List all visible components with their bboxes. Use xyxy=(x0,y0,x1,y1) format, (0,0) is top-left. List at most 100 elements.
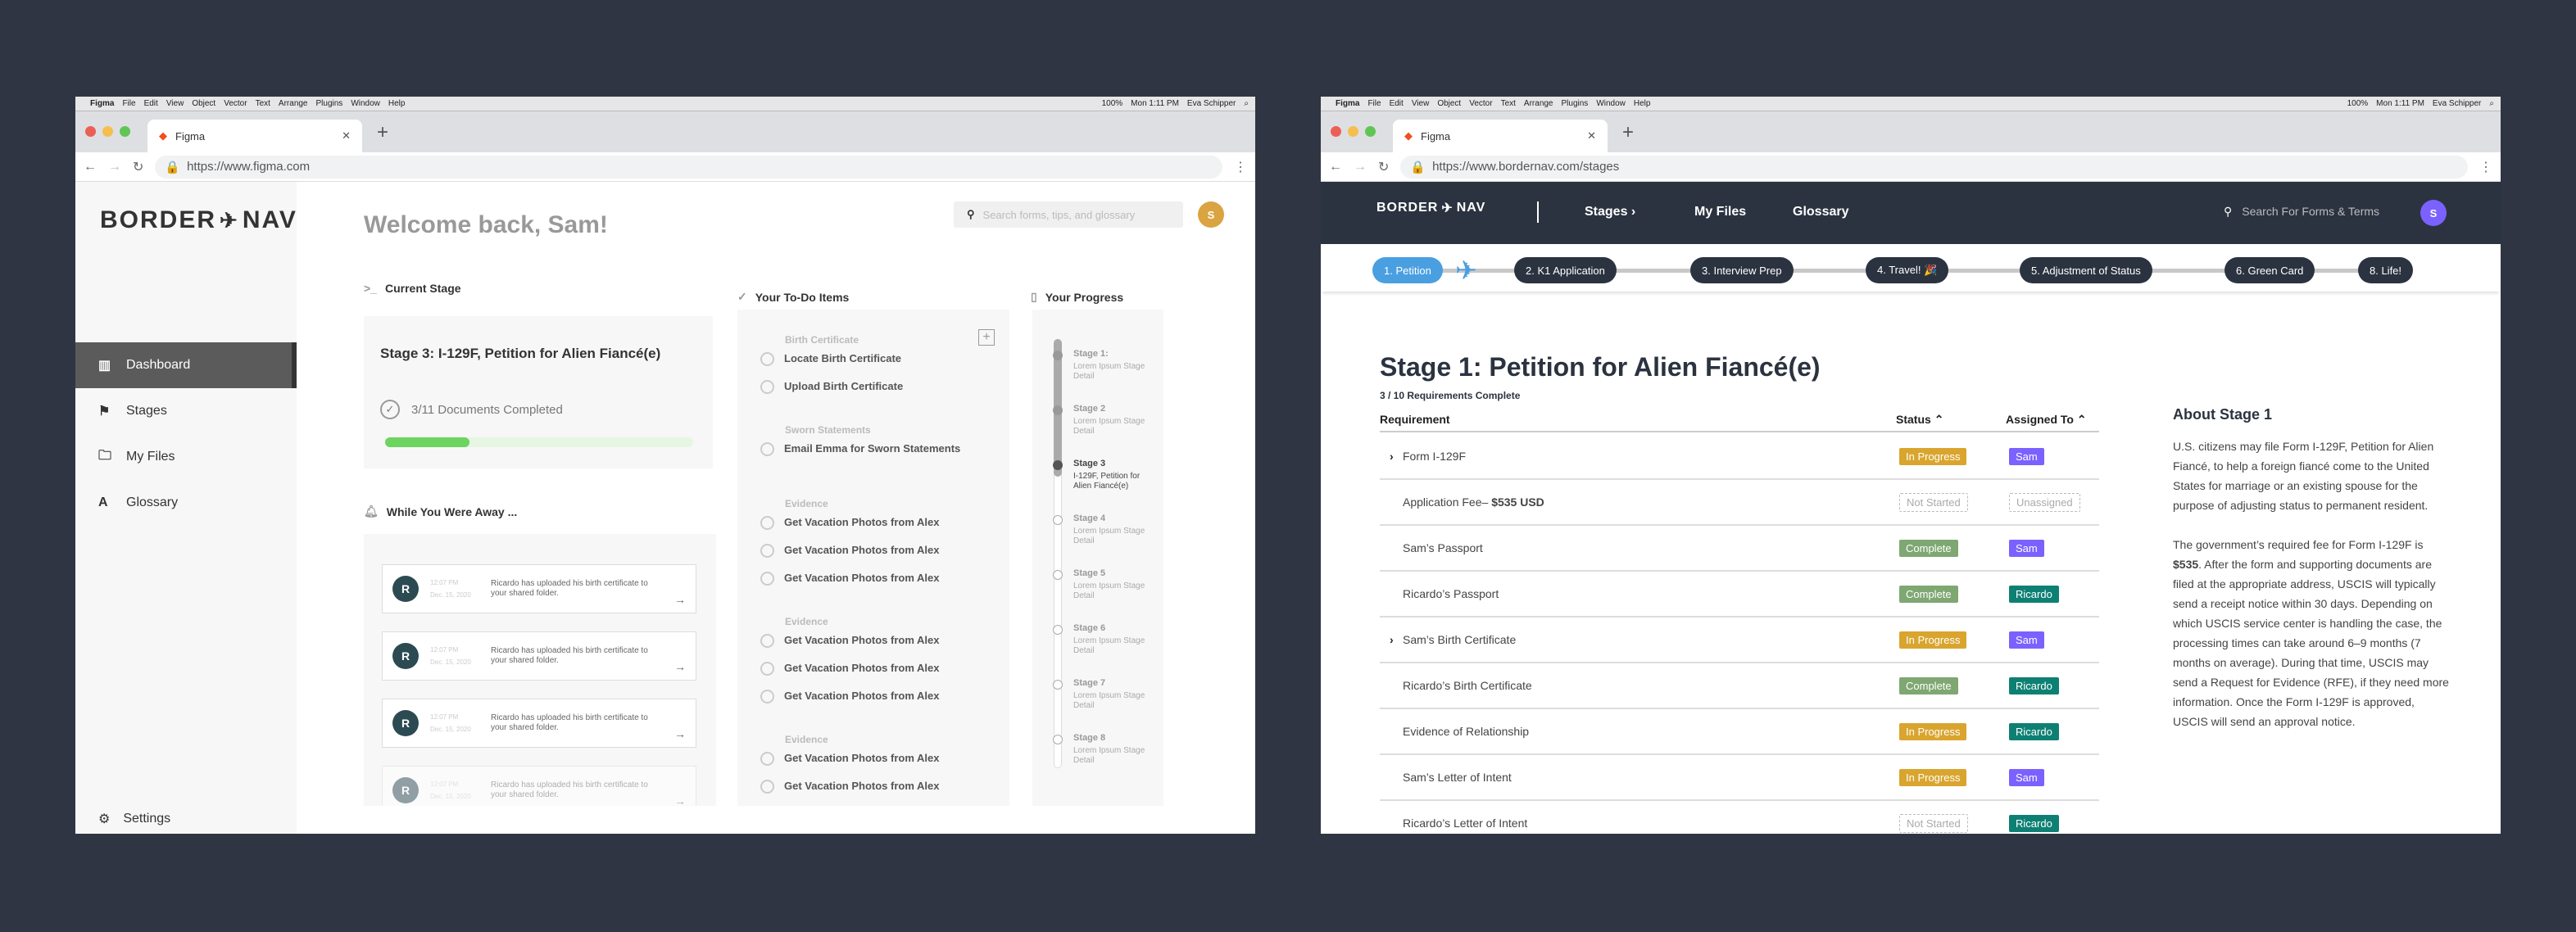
menu-item[interactable]: Object xyxy=(1437,99,1461,108)
menu-item[interactable]: View xyxy=(166,99,184,108)
notification-item[interactable]: R 12:07 PM Dec. 15, 2020 Ricardo has upload… xyxy=(382,766,696,806)
assignee-badge[interactable]: Ricardo xyxy=(2009,722,2059,740)
bordernav-logo[interactable]: BORDER ✈ NAV xyxy=(1376,200,1485,216)
table-row[interactable]: › Sam’s Birth Certificate In Progress Sam xyxy=(1380,618,2099,663)
assignee-badge[interactable]: Sam xyxy=(2009,631,2044,649)
nav-glossary[interactable]: Glossary xyxy=(1793,205,1848,219)
status-badge[interactable]: Complete xyxy=(1899,539,1958,557)
todo-item[interactable]: Get Vacation Photos from Alex xyxy=(760,516,965,530)
chevron-right-icon[interactable]: › xyxy=(1390,633,1394,646)
column-requirement[interactable]: Requirement xyxy=(1380,413,1450,426)
menu-item[interactable]: Help xyxy=(388,99,406,108)
sidebar-item-my-files[interactable]: 🗀 My Files xyxy=(75,434,297,480)
forward-icon[interactable]: → xyxy=(1354,160,1367,174)
forward-icon[interactable]: → xyxy=(108,160,121,174)
menu-item[interactable]: Text xyxy=(256,99,270,108)
stage-step-5[interactable]: 5. Adjustment of Status xyxy=(2020,257,2152,283)
table-row[interactable]: Evidence of Relationship In Progress Ricar… xyxy=(1380,709,2099,755)
current-stage-card[interactable]: Stage 3: I-129F, Petition for Alien Fian… xyxy=(364,316,713,468)
stage-step-6[interactable]: 6. Green Card xyxy=(2225,257,2315,283)
status-badge[interactable]: Complete xyxy=(1899,585,1958,603)
menu-item[interactable]: Plugins xyxy=(316,99,343,108)
header-search[interactable]: ⚲ Search For Forms & Terms xyxy=(2224,205,2379,219)
status-badge[interactable]: Complete xyxy=(1899,676,1958,694)
column-assigned[interactable]: Assigned To ⌃ xyxy=(2006,413,2087,427)
stage-step-4[interactable]: 4. Travel! 🎉 xyxy=(1866,257,1949,283)
table-row[interactable]: › Form I-129F In Progress Sam xyxy=(1380,434,2099,480)
checkbox-circle[interactable] xyxy=(760,752,774,766)
arrow-right-icon[interactable]: → xyxy=(674,593,686,606)
menu-item[interactable]: Edit xyxy=(1390,99,1404,108)
spotlight-icon[interactable]: ⌕ xyxy=(2489,99,2494,108)
checkbox-circle[interactable] xyxy=(760,544,774,558)
url-field[interactable]: 🔒 https://www.figma.com xyxy=(155,155,1222,179)
arrow-right-icon[interactable]: → xyxy=(674,660,686,673)
sidebar-item-glossary[interactable]: A Glossary xyxy=(75,480,297,526)
menu-item[interactable]: File xyxy=(1367,99,1381,108)
table-row[interactable]: Ricardo’s Letter of Intent Not Started Ric… xyxy=(1380,801,2099,834)
menu-item[interactable]: Vector xyxy=(1469,99,1492,108)
status-badge[interactable]: In Progress xyxy=(1899,447,1967,465)
nav-my-files[interactable]: My Files xyxy=(1694,205,1746,219)
todo-item[interactable]: Get Vacation Photos from Alex xyxy=(760,690,965,704)
table-row[interactable]: Sam’s Passport Complete Sam xyxy=(1380,526,2099,572)
browser-menu-icon[interactable]: ⋮ xyxy=(2479,159,2492,175)
close-tab-icon[interactable]: ✕ xyxy=(342,129,351,143)
browser-menu-icon[interactable]: ⋮ xyxy=(1234,159,1247,175)
checkbox-circle[interactable] xyxy=(760,662,774,676)
close-tab-icon[interactable]: ✕ xyxy=(1587,129,1596,143)
reload-icon[interactable]: ↻ xyxy=(1378,159,1389,175)
table-row[interactable]: Ricardo’s Passport Complete Ricardo xyxy=(1380,572,2099,618)
checkbox-circle[interactable] xyxy=(760,380,774,394)
assignee-badge[interactable]: Unassigned xyxy=(2009,492,2080,512)
minimize-button[interactable] xyxy=(102,126,113,137)
status-badge[interactable]: In Progress xyxy=(1899,768,1967,786)
todo-item[interactable]: Get Vacation Photos from Alex xyxy=(760,662,965,676)
todo-item[interactable]: Get Vacation Photos from Alex xyxy=(760,634,965,648)
menu-item[interactable]: Object xyxy=(192,99,215,108)
checkbox-circle[interactable] xyxy=(760,690,774,704)
menu-item[interactable]: Edit xyxy=(144,99,158,108)
menu-app[interactable]: Figma xyxy=(1336,99,1359,108)
todo-item[interactable]: Upload Birth Certificate xyxy=(760,380,965,394)
menu-item[interactable]: Window xyxy=(351,99,380,108)
browser-tab[interactable]: ◆ Figma ✕ xyxy=(147,120,362,152)
notification-item[interactable]: R 12:07 PM Dec. 15, 2020 Ricardo has upload… xyxy=(382,564,696,613)
reload-icon[interactable]: ↻ xyxy=(133,159,143,175)
stage-step-2[interactable]: 2. K1 Application xyxy=(1514,257,1617,283)
column-status[interactable]: Status ⌃ xyxy=(1896,413,1943,427)
stage-step-3[interactable]: 3. Interview Prep xyxy=(1690,257,1794,283)
chevron-right-icon[interactable]: › xyxy=(1390,450,1394,463)
back-icon[interactable]: ← xyxy=(1329,160,1342,174)
todo-item[interactable]: Email Emma for Sworn Statements xyxy=(760,442,965,456)
menu-item[interactable]: Arrange xyxy=(279,99,308,108)
checkbox-circle[interactable] xyxy=(760,352,774,366)
menu-item[interactable]: Help xyxy=(1634,99,1651,108)
menu-item[interactable]: Vector xyxy=(224,99,247,108)
url-field[interactable]: 🔒 https://www.bordernav.com/stages xyxy=(1400,155,2468,179)
todo-item[interactable]: Get Vacation Photos from Alex xyxy=(760,572,965,586)
status-badge[interactable]: Not Started xyxy=(1899,813,1968,833)
checkbox-circle[interactable] xyxy=(760,442,774,456)
status-badge[interactable]: Not Started xyxy=(1899,492,1968,512)
sidebar-item-stages[interactable]: ⚑ Stages xyxy=(75,388,297,434)
arrow-right-icon[interactable]: → xyxy=(674,727,686,740)
back-icon[interactable]: ← xyxy=(84,160,97,174)
todo-item[interactable]: Locate Birth Certificate xyxy=(760,352,965,366)
close-window-button[interactable] xyxy=(85,126,96,137)
assignee-badge[interactable]: Ricardo xyxy=(2009,585,2059,603)
stage-step-7[interactable]: 8. Life! xyxy=(2358,257,2414,283)
user-avatar[interactable]: S xyxy=(2420,200,2447,226)
zoom-button[interactable] xyxy=(120,126,130,137)
menu-item[interactable]: Plugins xyxy=(1562,99,1589,108)
table-row[interactable]: Ricardo’s Birth Certificate Complete Ricar… xyxy=(1380,663,2099,709)
status-badge[interactable]: In Progress xyxy=(1899,631,1967,649)
table-row[interactable]: Application Fee– $535 USD Not Started Unas… xyxy=(1380,480,2099,526)
checkbox-circle[interactable] xyxy=(760,516,774,530)
assignee-badge[interactable]: Sam xyxy=(2009,447,2044,465)
menu-app[interactable]: Figma xyxy=(90,99,114,108)
user-avatar[interactable]: S xyxy=(1198,201,1224,228)
todo-item[interactable]: Get Vacation Photos from Alex xyxy=(760,780,965,794)
todo-item[interactable]: Get Vacation Photos from Alex xyxy=(760,544,965,558)
menu-item[interactable]: Arrange xyxy=(1524,99,1553,108)
